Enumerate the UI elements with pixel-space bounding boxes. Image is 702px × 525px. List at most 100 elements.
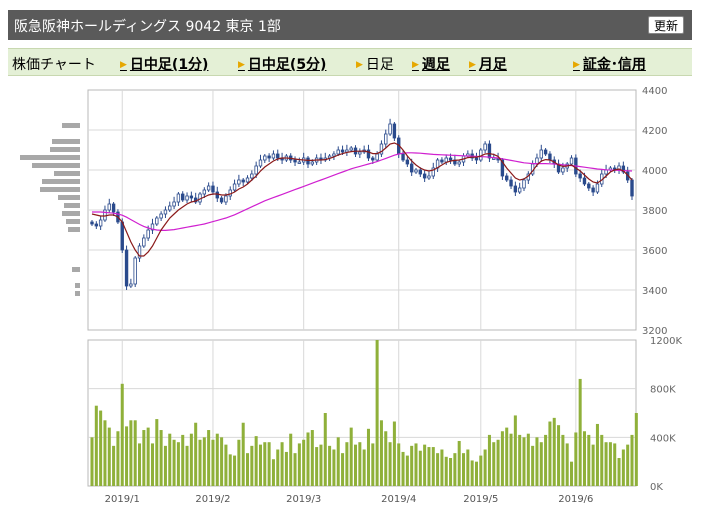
volume-bar: [285, 452, 288, 486]
candle-body: [276, 154, 279, 158]
candle-body: [164, 210, 167, 214]
volume-bar: [414, 443, 417, 486]
candle-body: [389, 124, 392, 134]
volume-bar: [198, 440, 201, 486]
volume-bar: [345, 442, 348, 486]
volume-bar: [246, 453, 249, 486]
candle-body: [186, 196, 189, 200]
candle-body: [562, 168, 565, 172]
volume-bar: [393, 422, 396, 486]
volume-profile-bar: [75, 283, 80, 288]
volume-profile-bar: [58, 195, 80, 200]
date-tick-label: 2019/4: [381, 494, 416, 505]
volume-bar: [574, 432, 577, 486]
candle-body: [255, 166, 258, 174]
volume-bar: [367, 429, 370, 486]
volume-bar: [90, 437, 93, 486]
candle-body: [410, 164, 413, 172]
volume-bar: [220, 437, 223, 486]
candle-body: [406, 160, 409, 164]
volume-bar: [116, 431, 119, 486]
volume-bar: [626, 445, 629, 486]
volume-bar: [302, 440, 305, 486]
candle-body: [130, 284, 133, 286]
volume-bar: [514, 415, 517, 486]
volume-profile-bar: [62, 123, 80, 128]
volume-bar: [289, 434, 292, 486]
volume-bar: [587, 435, 590, 486]
candle-body: [181, 194, 184, 200]
volume-profile-bar: [50, 147, 80, 152]
date-tick-label: 2019/2: [195, 494, 230, 505]
volume-bar: [497, 440, 500, 486]
volume-bar: [613, 443, 616, 486]
price-tick-label: 4200: [642, 126, 667, 137]
volume-bar: [527, 434, 530, 486]
volume-bar: [557, 425, 560, 486]
candle-body: [259, 160, 262, 166]
volume-bar: [406, 456, 409, 486]
volume-bar: [194, 423, 197, 486]
volume-bar: [449, 458, 452, 486]
volume-bar: [211, 440, 214, 486]
volume-bar: [298, 443, 301, 486]
candle-body: [168, 206, 171, 210]
volume-bar: [518, 435, 521, 486]
candle-body: [147, 230, 150, 238]
price-tick-label: 3800: [642, 206, 667, 217]
volume-bar: [358, 442, 361, 486]
candle-body: [333, 154, 336, 156]
volume-bar: [129, 420, 132, 486]
volume-bar: [332, 450, 335, 487]
candle-body: [441, 160, 444, 162]
volume-bar: [436, 453, 439, 486]
volume-profile-bar: [40, 187, 80, 192]
volume-bar: [479, 456, 482, 486]
candle-body: [605, 170, 608, 174]
volume-bar: [384, 431, 387, 486]
candle-body: [143, 238, 146, 246]
candle-body: [544, 150, 547, 154]
volume-bar: [311, 430, 314, 486]
volume-bar: [540, 442, 543, 486]
candle-body: [583, 178, 586, 184]
volume-bar: [324, 413, 327, 486]
volume-profile-bar: [62, 211, 80, 216]
volume-bar: [600, 435, 603, 486]
volume-bar: [605, 442, 608, 486]
candle-body: [415, 170, 418, 172]
volume-bar: [151, 443, 154, 486]
candle-body: [212, 186, 215, 192]
volume-bar: [181, 435, 184, 486]
candle-body: [402, 154, 405, 160]
volume-bar: [259, 445, 262, 486]
volume-bar: [103, 420, 106, 486]
volume-bar: [99, 411, 102, 486]
candle-body: [510, 180, 513, 186]
volume-bar: [466, 450, 469, 487]
volume-bar: [112, 446, 115, 486]
candle-body: [238, 180, 241, 184]
date-tick-label: 2019/5: [463, 494, 498, 505]
volume-bar: [583, 431, 586, 486]
volume-bar: [380, 420, 383, 486]
volume-bar: [618, 458, 621, 486]
volume-bar: [229, 454, 232, 486]
candle-body: [112, 204, 115, 212]
volume-bar: [164, 446, 167, 486]
volume-bar: [272, 459, 275, 486]
volume-bar: [548, 422, 551, 486]
candle-body: [156, 218, 159, 224]
candle-body: [190, 196, 193, 198]
volume-bar: [160, 430, 163, 486]
candle-body: [95, 224, 98, 226]
candle-body: [125, 250, 128, 286]
volume-bar: [570, 462, 573, 486]
candle-body: [91, 222, 94, 224]
candle-body: [449, 158, 452, 160]
candle-body: [570, 158, 573, 164]
volume-bar: [328, 446, 331, 486]
candle-body: [350, 148, 353, 150]
stock-chart: 32003400360038004000420044000K400K800K12…: [0, 0, 702, 525]
candle-body: [428, 176, 431, 178]
